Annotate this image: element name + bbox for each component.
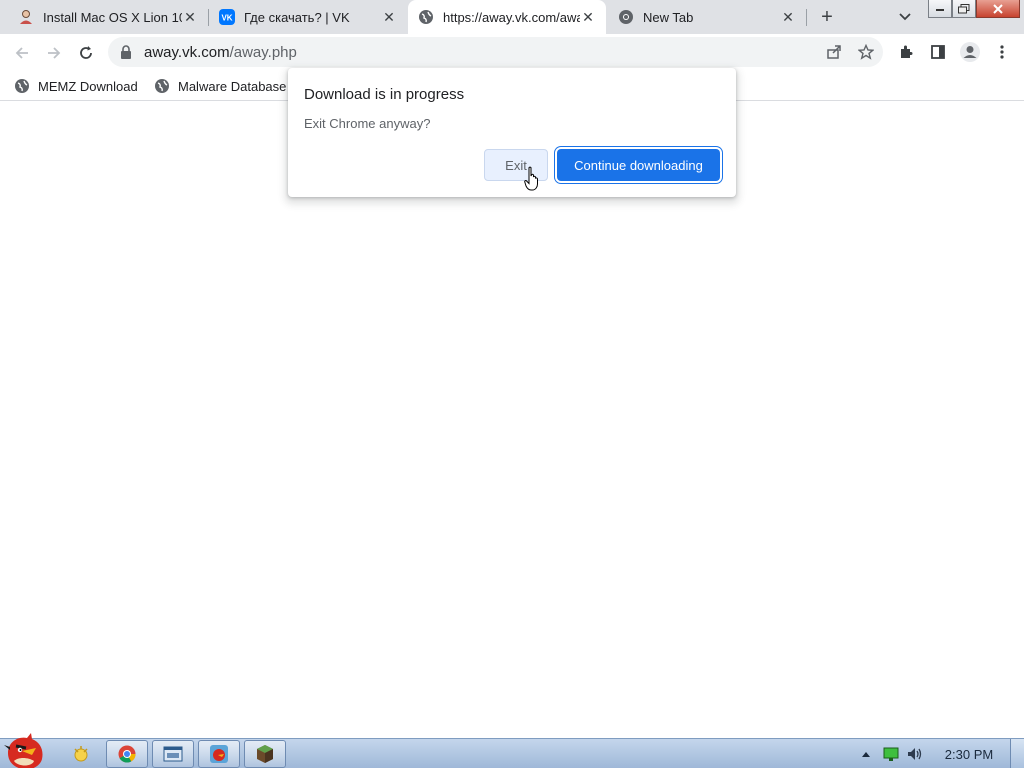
tab-new-tab[interactable]: New Tab ✕ bbox=[608, 0, 806, 34]
angry-birds-icon[interactable] bbox=[198, 740, 240, 768]
bookmark-label: Malware Database bbox=[178, 78, 287, 94]
close-icon[interactable]: ✕ bbox=[780, 9, 796, 25]
reload-button[interactable] bbox=[72, 39, 100, 67]
dialog-title: Download is in progress bbox=[304, 86, 465, 103]
window-icon[interactable] bbox=[152, 740, 194, 768]
chrome-favicon-icon bbox=[618, 9, 634, 25]
exit-dialog: Download is in progress Exit Chrome anyw… bbox=[288, 68, 736, 197]
tab-away-vk[interactable]: https://away.vk.com/away.php ✕ bbox=[408, 0, 606, 34]
screen: Install Mac OS X Lion 10.7 ✕ VK Где скач… bbox=[0, 0, 1024, 768]
lock-icon[interactable] bbox=[120, 45, 134, 59]
taskbar-clock[interactable]: 2:30 PM bbox=[938, 739, 1000, 768]
tab-title: Где скачать? | VK bbox=[244, 9, 350, 25]
close-icon[interactable]: ✕ bbox=[580, 9, 596, 25]
tab-install-mac[interactable]: Install Mac OS X Lion 10.7 ✕ bbox=[8, 0, 208, 34]
avatar-favicon-icon bbox=[18, 9, 34, 25]
tab-title: https://away.vk.com/away.php bbox=[443, 9, 580, 25]
globe-icon bbox=[14, 78, 30, 94]
globe-favicon-icon bbox=[418, 9, 434, 25]
address-bar[interactable]: away.vk.com/away.php bbox=[108, 37, 883, 67]
dialog-message: Exit Chrome anyway? bbox=[304, 116, 431, 131]
chrome-icon[interactable] bbox=[106, 740, 148, 768]
show-hidden-icons-icon[interactable] bbox=[858, 739, 874, 768]
extensions-icon[interactable] bbox=[894, 40, 918, 64]
tab-search-chevron-icon[interactable] bbox=[895, 8, 915, 26]
forward-button[interactable] bbox=[40, 39, 68, 67]
hand-cursor-icon bbox=[524, 166, 538, 191]
vk-favicon-icon: VK bbox=[219, 9, 235, 25]
taskbar: 2:30 PM bbox=[0, 733, 1024, 768]
start-button-angry-bird-icon[interactable] bbox=[2, 731, 48, 768]
show-desktop-button[interactable] bbox=[1010, 739, 1024, 768]
toolbar: away.vk.com/away.php bbox=[0, 34, 1024, 71]
profile-avatar-icon[interactable] bbox=[958, 40, 982, 64]
bookmark-malware-database[interactable]: Malware Database bbox=[154, 76, 286, 96]
url-text: away.vk.com/away.php bbox=[144, 43, 297, 61]
side-panel-icon[interactable] bbox=[926, 40, 950, 64]
minimize-button[interactable] bbox=[928, 0, 952, 18]
close-icon[interactable]: ✕ bbox=[381, 9, 397, 25]
back-button[interactable] bbox=[8, 39, 36, 67]
bookmark-star-icon[interactable] bbox=[854, 40, 878, 64]
tab-vk[interactable]: VK Где скачать? | VK ✕ bbox=[209, 0, 407, 34]
explorer-icon[interactable] bbox=[66, 740, 96, 768]
share-icon[interactable] bbox=[822, 40, 846, 64]
close-icon[interactable]: ✕ bbox=[182, 9, 198, 25]
new-tab-button[interactable]: + bbox=[815, 5, 839, 29]
page-content bbox=[0, 102, 1024, 738]
continue-downloading-button[interactable]: Continue downloading bbox=[557, 149, 720, 181]
network-icon[interactable] bbox=[880, 739, 902, 768]
bookmark-label: MEMZ Download bbox=[38, 78, 138, 94]
volume-icon[interactable] bbox=[904, 739, 926, 768]
menu-kebab-icon[interactable] bbox=[990, 40, 1014, 64]
close-window-button[interactable] bbox=[976, 0, 1020, 18]
bookmark-memz-download[interactable]: MEMZ Download bbox=[14, 76, 138, 96]
tab-strip: Install Mac OS X Lion 10.7 ✕ VK Где скач… bbox=[0, 0, 1024, 34]
globe-icon bbox=[154, 78, 170, 94]
minecraft-icon[interactable] bbox=[244, 740, 286, 768]
svg-text:VK: VK bbox=[221, 14, 232, 23]
tab-title: Install Mac OS X Lion 10.7 bbox=[43, 9, 182, 25]
restore-button[interactable] bbox=[952, 0, 976, 18]
tab-title: New Tab bbox=[643, 9, 694, 25]
